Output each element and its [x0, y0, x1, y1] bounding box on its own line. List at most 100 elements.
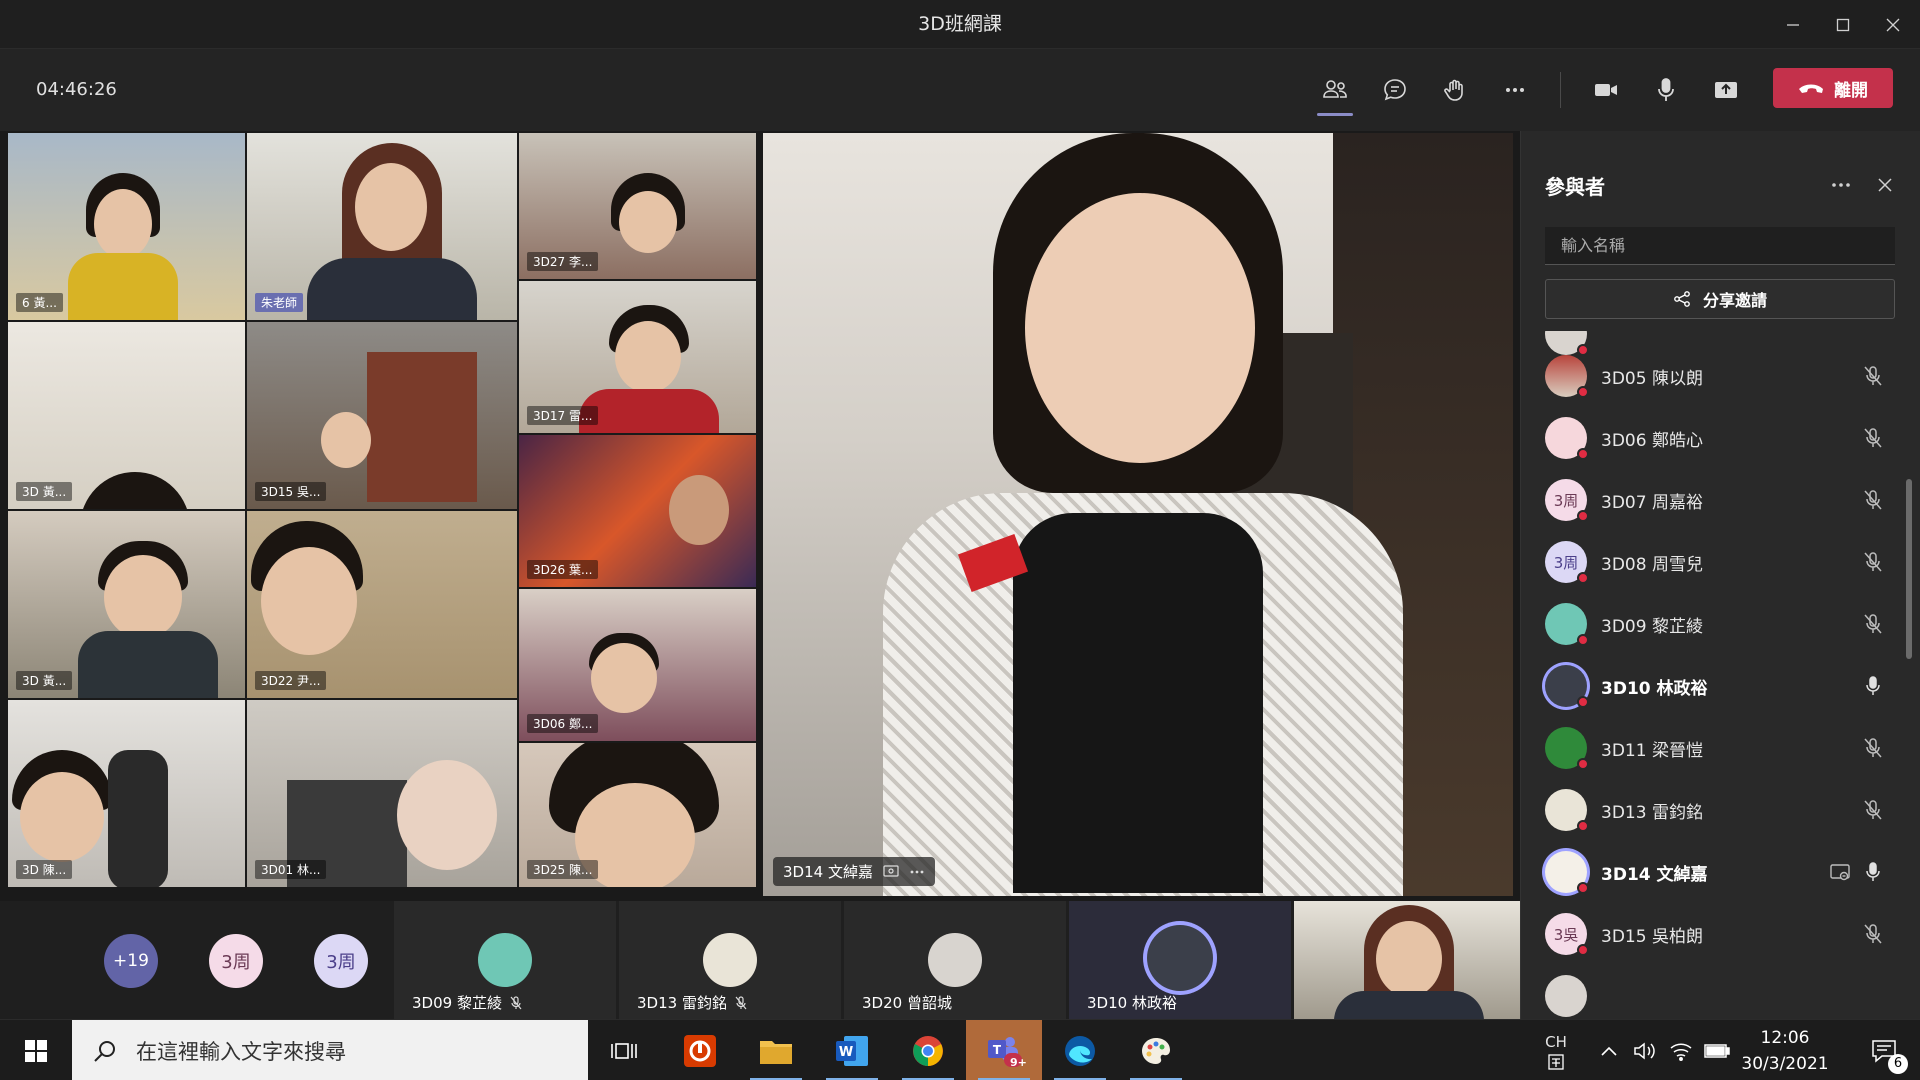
- word-icon: W: [836, 1035, 868, 1066]
- taskbar-app-office[interactable]: [662, 1020, 738, 1080]
- more-icon[interactable]: [909, 869, 925, 875]
- taskbar-app-paint[interactable]: [1118, 1020, 1194, 1080]
- edge-icon: [1065, 1035, 1095, 1066]
- start-button[interactable]: [0, 1020, 72, 1080]
- teams-meeting-window: 3D班網課 04:46:26 離開 6 黃... 朱老師 3D27 李... 3…: [0, 0, 1920, 1080]
- initials-avatar: 3吳: [1545, 913, 1589, 956]
- mic-off-icon[interactable]: [1861, 736, 1885, 760]
- chat-button[interactable]: [1371, 66, 1419, 114]
- video-tile[interactable]: 3D01 林...: [247, 700, 517, 887]
- speaking-avatar: [1147, 925, 1213, 991]
- screen-share-icon: [883, 864, 899, 877]
- video-tile[interactable]: 3D15 吳...: [247, 322, 517, 509]
- mic-off-icon[interactable]: [1861, 612, 1885, 636]
- mic-off-icon[interactable]: [1861, 364, 1885, 388]
- more-actions-button[interactable]: [1491, 66, 1539, 114]
- strip-tile[interactable]: 3D20 曾韶城: [844, 901, 1066, 1019]
- panel-title: 參與者: [1545, 175, 1605, 199]
- share-screen-button[interactable]: [1702, 66, 1750, 114]
- initials-avatar[interactable]: 3周: [209, 934, 263, 988]
- participant-row[interactable]: 3D14 文綽嘉: [1545, 841, 1895, 903]
- participant-name: 3D10 林政裕: [1601, 678, 1708, 699]
- spotlight-video-tile[interactable]: 3D14 文綽嘉: [763, 133, 1513, 896]
- windows-logo-icon: [25, 1039, 47, 1062]
- microphone-button[interactable]: [1642, 66, 1690, 114]
- video-tile[interactable]: 3D 陳...: [8, 700, 245, 887]
- participant-row[interactable]: 3D11 梁晉愷: [1545, 717, 1895, 779]
- notification-badge: 6: [1888, 1054, 1908, 1074]
- battery-icon: [1704, 1043, 1730, 1058]
- microphone-icon[interactable]: [1861, 674, 1885, 698]
- video-tile[interactable]: 6 黃...: [8, 133, 245, 320]
- volume-button[interactable]: [1628, 1020, 1662, 1080]
- mic-off-icon[interactable]: [1861, 488, 1885, 512]
- participant-row[interactable]: 3吳 3D15 吳柏朗: [1545, 903, 1895, 965]
- share-invite-button[interactable]: 分享邀請: [1545, 279, 1895, 319]
- avatar: [1545, 417, 1589, 460]
- show-participants-button[interactable]: [1311, 66, 1359, 116]
- leave-button[interactable]: 離開: [1773, 68, 1893, 108]
- meeting-timer: 04:46:26: [36, 79, 117, 100]
- mic-off-icon: [735, 995, 747, 1009]
- video-tile[interactable]: 3D 黃...: [8, 322, 245, 509]
- participant-row[interactable]: 3D13 雷鈞銘: [1545, 779, 1895, 841]
- strip-tile[interactable]: 3D10 林政裕: [1069, 901, 1291, 1019]
- taskbar-app-word[interactable]: W: [814, 1020, 890, 1080]
- participant-row[interactable]: 3D09 黎芷綾: [1545, 593, 1895, 655]
- participant-row[interactable]: 3周 3D07 周嘉裕: [1545, 469, 1895, 531]
- participant-face: [615, 321, 681, 393]
- participant-row[interactable]: 3D05 陳以朗: [1545, 345, 1895, 407]
- share-invite-label: 分享邀請: [1702, 291, 1767, 310]
- input-language-indicator[interactable]: CH: [1534, 1020, 1578, 1080]
- video-tile[interactable]: 3D22 尹...: [247, 511, 517, 698]
- video-tile[interactable]: 3D 黃...: [8, 511, 245, 698]
- strip-tile[interactable]: 3D13 雷鈞銘: [619, 901, 841, 1019]
- panel-more-button[interactable]: [1821, 171, 1861, 199]
- minimize-button[interactable]: [1768, 0, 1818, 49]
- video-tile[interactable]: 3D06 鄭...: [519, 589, 756, 741]
- microphone-icon[interactable]: [1861, 860, 1885, 884]
- maximize-button[interactable]: [1818, 0, 1868, 49]
- taskbar-search-box[interactable]: 在這裡輸入文字來搜尋: [72, 1020, 588, 1080]
- taskbar-app-chrome[interactable]: [890, 1020, 966, 1080]
- taskbar-clock[interactable]: 12:06 30/3/2021: [1730, 1020, 1840, 1080]
- participant-row-partial[interactable]: [1545, 965, 1895, 1019]
- participant-row[interactable]: 3周 3D08 周雪兒: [1545, 531, 1895, 593]
- mic-off-icon[interactable]: [1861, 550, 1885, 574]
- more-participants-button[interactable]: +19: [104, 934, 158, 988]
- avatar-initials: 3吳: [1553, 925, 1579, 944]
- taskbar-app-edge[interactable]: [1042, 1020, 1118, 1080]
- tile-name-tag: 3D25 陳...: [527, 860, 599, 879]
- strip-tile[interactable]: 3D09 黎芷綾: [394, 901, 616, 1019]
- battery-button[interactable]: [1700, 1020, 1734, 1080]
- task-view-button[interactable]: [586, 1020, 662, 1080]
- video-tile[interactable]: 3D27 李...: [519, 133, 756, 279]
- taskbar-app-file-explorer[interactable]: [738, 1020, 814, 1080]
- video-tile[interactable]: 3D17 雷...: [519, 281, 756, 433]
- video-tile[interactable]: 朱老師: [247, 133, 517, 320]
- participant-search-input[interactable]: [1545, 227, 1895, 265]
- screen-share-icon: [1830, 864, 1850, 881]
- video-tile[interactable]: 3D26 葉...: [519, 435, 756, 587]
- participant-face: [94, 189, 152, 259]
- initials-avatar[interactable]: 3周: [314, 934, 368, 988]
- tile-name-tag: 3D 黃...: [16, 671, 73, 690]
- participant-strip: +19 3周 3周 3D09 黎芷綾 3D13 雷鈞銘 3D20 曾韶城 3D1…: [0, 901, 1520, 1019]
- participant-row[interactable]: 3D06 鄭皓心: [1545, 407, 1895, 469]
- show-hidden-icons-button[interactable]: [1592, 1020, 1626, 1080]
- mic-off-icon[interactable]: [1861, 922, 1885, 946]
- close-window-button[interactable]: [1868, 0, 1918, 49]
- network-button[interactable]: [1664, 1020, 1698, 1080]
- taskbar-app-teams[interactable]: T 9+: [966, 1020, 1042, 1080]
- video-tile[interactable]: 3D25 陳...: [519, 743, 756, 887]
- panel-close-button[interactable]: [1867, 171, 1903, 199]
- camera-button[interactable]: [1582, 66, 1630, 114]
- panel-scrollbar[interactable]: [1906, 479, 1912, 659]
- task-view-icon: [611, 1042, 637, 1059]
- mic-off-icon[interactable]: [1861, 798, 1885, 822]
- mic-off-icon[interactable]: [1861, 426, 1885, 450]
- participant-row[interactable]: 3D10 林政裕: [1545, 655, 1895, 717]
- self-view-tile[interactable]: [1294, 901, 1520, 1019]
- action-center-button[interactable]: 6: [1852, 1020, 1916, 1080]
- raise-hand-button[interactable]: [1431, 66, 1479, 114]
